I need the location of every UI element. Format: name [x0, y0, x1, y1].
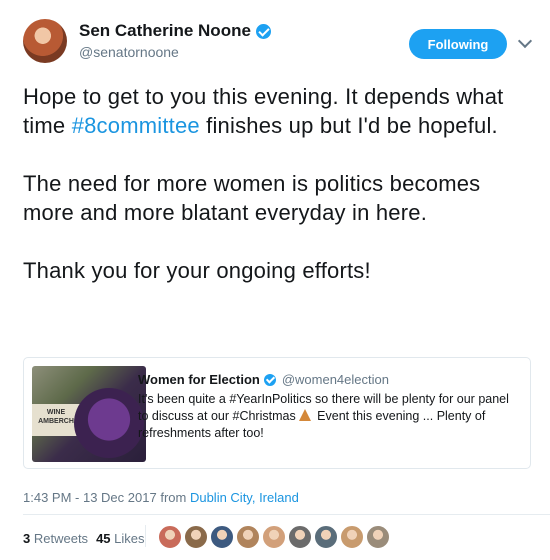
- likes-stat[interactable]: 45 Likes: [96, 531, 144, 546]
- author-name[interactable]: Sen Catherine Noone: [79, 21, 251, 41]
- sweets-tin: [74, 388, 144, 458]
- liker-avatar[interactable]: [184, 525, 208, 549]
- tweet-paragraph: The need for more women is politics beco…: [23, 171, 481, 225]
- retweets-stat[interactable]: 3 Retweets: [23, 531, 88, 546]
- quoted-tweet-text: It's been quite a #YearInPolitics so the…: [138, 391, 522, 442]
- stats-divider: [145, 525, 146, 547]
- likers-avatars: [158, 525, 390, 549]
- verified-badge-icon: [255, 23, 271, 39]
- tweet-paragraph: Hope to get to you this evening. It depe…: [23, 82, 533, 140]
- author-handle[interactable]: @senatornoone: [79, 44, 271, 60]
- gingerbread-emoji-icon: [298, 409, 311, 421]
- chevron-down-icon[interactable]: [517, 33, 533, 49]
- liker-avatar[interactable]: [314, 525, 338, 549]
- wine-sign: WINE AMBERCH: [32, 404, 80, 436]
- quoted-author-handle: @women4election: [281, 372, 389, 387]
- quoted-author-name: Women for Election: [138, 372, 260, 387]
- following-button[interactable]: Following: [409, 29, 507, 59]
- liker-avatar[interactable]: [366, 525, 390, 549]
- divider: [23, 514, 550, 515]
- verified-badge-icon: [263, 373, 276, 386]
- tweet-timestamp[interactable]: 1:43 PM - 13 Dec 2017: [23, 490, 157, 505]
- retweets-label: Retweets: [33, 531, 89, 546]
- tweet-stats: 3 Retweets 45 Likes: [23, 531, 145, 546]
- author-avatar[interactable]: [23, 19, 67, 63]
- tweet-header: Sen Catherine Noone @senatornoone Follow…: [23, 19, 533, 67]
- liker-avatar[interactable]: [210, 525, 234, 549]
- likes-count: 45: [96, 531, 111, 546]
- quoted-author-row: Women for Election @women4election: [138, 371, 522, 388]
- likes-label: Likes: [114, 531, 145, 546]
- author-name-row[interactable]: Sen Catherine Noone: [79, 21, 271, 41]
- quoted-tweet[interactable]: WINE AMBERCH Women for Election @women4e…: [23, 357, 531, 469]
- tweet-text-segment: finishes up but I'd be hopeful.: [199, 113, 498, 138]
- liker-avatar[interactable]: [262, 525, 286, 549]
- tweet-text: Hope to get to you this evening. It depe…: [23, 82, 533, 314]
- liker-avatar[interactable]: [288, 525, 312, 549]
- liker-avatar[interactable]: [340, 525, 364, 549]
- from-label: from: [160, 490, 187, 505]
- hashtag-link[interactable]: #8committee: [72, 113, 200, 138]
- retweets-count: 3: [23, 531, 31, 546]
- tweet-paragraph: Thank you for your ongoing efforts!: [23, 258, 371, 283]
- liker-avatar[interactable]: [158, 525, 182, 549]
- quoted-tweet-body: Women for Election @women4election It's …: [138, 371, 522, 442]
- liker-avatar[interactable]: [236, 525, 260, 549]
- quoted-tweet-image[interactable]: WINE AMBERCH: [32, 366, 146, 462]
- tweet-meta: 1:43 PM - 13 Dec 2017 from Dublin City, …: [23, 490, 299, 505]
- location-link[interactable]: Dublin City, Ireland: [190, 490, 299, 505]
- author-block: Sen Catherine Noone @senatornoone: [79, 21, 271, 60]
